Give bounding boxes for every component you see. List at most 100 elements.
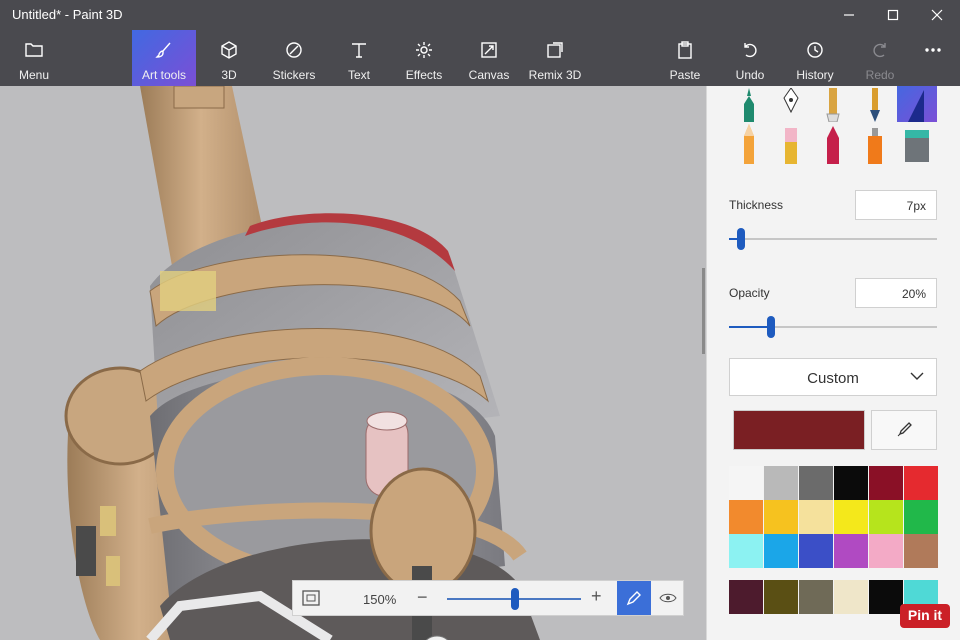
- menu-label: Menu: [18, 68, 50, 82]
- spray-can-icon: [868, 128, 882, 164]
- color-swatch[interactable]: [799, 580, 833, 614]
- color-swatch[interactable]: [904, 534, 938, 568]
- color-swatch[interactable]: [869, 466, 903, 500]
- cube-icon: [221, 41, 237, 59]
- canvas-button[interactable]: Canvas: [458, 30, 520, 86]
- color-swatch[interactable]: [729, 534, 763, 568]
- color-swatch[interactable]: [764, 534, 798, 568]
- color-swatch[interactable]: [799, 534, 833, 568]
- redo-icon: [873, 43, 886, 58]
- 3d-label: 3D: [221, 68, 237, 82]
- thickness-input[interactable]: 7px: [855, 190, 937, 220]
- current-color-swatch[interactable]: [733, 410, 865, 450]
- color-swatch[interactable]: [729, 580, 763, 614]
- menu-button[interactable]: Menu: [3, 30, 65, 86]
- color-swatch[interactable]: [799, 466, 833, 500]
- maximize-button[interactable]: [870, 0, 916, 30]
- pixel-pen-tool[interactable]: [897, 86, 937, 122]
- text-icon: [352, 43, 366, 58]
- finish-dropdown[interactable]: Custom: [729, 358, 937, 396]
- more-options-button[interactable]: [906, 30, 960, 86]
- color-swatch[interactable]: [729, 500, 763, 534]
- window-title: Untitled* - Paint 3D: [12, 7, 123, 22]
- sun-icon: [416, 42, 432, 58]
- sticker-icon: [286, 42, 302, 58]
- watercolor-tool[interactable]: [855, 86, 895, 122]
- canvas-label: Canvas: [468, 68, 510, 82]
- color-swatch[interactable]: [834, 534, 868, 568]
- pencil-icon: [626, 591, 641, 606]
- undo-button[interactable]: Undo: [719, 30, 781, 86]
- art-tools-button[interactable]: Art tools: [132, 30, 196, 86]
- stickers-button[interactable]: Stickers: [263, 30, 325, 86]
- thickness-label: Thickness: [729, 198, 784, 212]
- opacity-input[interactable]: 20%: [855, 278, 937, 308]
- fill-bucket-icon: [905, 130, 929, 162]
- remix-3d-button[interactable]: Remix 3D: [523, 30, 587, 86]
- drawing-canvas[interactable]: [0, 86, 706, 640]
- chevron-down-icon: [910, 372, 924, 380]
- color-swatch[interactable]: [904, 466, 938, 500]
- pixel-pen-icon: [908, 90, 924, 122]
- 3d-shapes-button[interactable]: 3D: [198, 30, 260, 86]
- opacity-label: Opacity: [729, 286, 770, 300]
- color-swatch[interactable]: [834, 466, 868, 500]
- remix-icon: [547, 42, 563, 58]
- undo-label: Undo: [735, 68, 765, 82]
- maximize-icon: [887, 9, 899, 21]
- pencil-tool[interactable]: [729, 122, 769, 164]
- color-swatch[interactable]: [834, 500, 868, 534]
- draw-mode-button[interactable]: [617, 581, 651, 615]
- color-swatch[interactable]: [729, 466, 763, 500]
- minimize-icon: [844, 14, 854, 16]
- crayon-icon: [827, 126, 839, 164]
- opacity-slider-thumb[interactable]: [766, 316, 775, 338]
- color-swatch[interactable]: [904, 500, 938, 534]
- calligraphy-pen-tool[interactable]: [771, 86, 811, 122]
- oil-brush-tool[interactable]: [813, 86, 853, 122]
- pencil-tool-icon: [744, 124, 754, 164]
- zoom-bar: 150% − +: [292, 580, 684, 616]
- paste-label: Paste: [669, 68, 701, 82]
- color-swatch[interactable]: [869, 500, 903, 534]
- effects-button[interactable]: Effects: [393, 30, 455, 86]
- paste-button[interactable]: Paste: [654, 30, 716, 86]
- fill-bucket-tool[interactable]: [897, 122, 937, 164]
- color-swatch[interactable]: [834, 580, 868, 614]
- text-button[interactable]: Text: [328, 30, 390, 86]
- zoom-in-button[interactable]: +: [591, 586, 602, 607]
- history-button[interactable]: History: [784, 30, 846, 86]
- thickness-slider[interactable]: [729, 238, 937, 240]
- color-swatch[interactable]: [764, 466, 798, 500]
- effects-label: Effects: [405, 68, 443, 82]
- close-button[interactable]: [914, 0, 960, 30]
- zoom-out-button[interactable]: −: [417, 587, 428, 608]
- view-mode-button[interactable]: [653, 581, 683, 615]
- history-label: History: [796, 68, 834, 82]
- marker-icon: [744, 88, 754, 122]
- redo-label: Redo: [865, 68, 895, 82]
- 3d-tower-model: [64, 86, 540, 640]
- color-swatch[interactable]: [799, 500, 833, 534]
- art-tools-label: Art tools: [141, 68, 186, 82]
- minimize-button[interactable]: [826, 0, 872, 30]
- fit-screen-icon[interactable]: [301, 589, 321, 607]
- thickness-slider-thumb[interactable]: [737, 228, 746, 250]
- zoom-level: 150%: [363, 592, 397, 607]
- eyedropper-icon: [897, 422, 912, 437]
- eyedropper-button[interactable]: [871, 410, 937, 450]
- finish-dropdown-value: Custom: [807, 370, 859, 387]
- redo-button[interactable]: Redo: [849, 30, 911, 86]
- stickers-label: Stickers: [272, 68, 316, 82]
- marker-tool[interactable]: [729, 86, 769, 122]
- crayon-tool[interactable]: [813, 122, 853, 164]
- zoom-slider-thumb[interactable]: [511, 588, 519, 610]
- color-swatch[interactable]: [869, 580, 903, 614]
- canvas-scrollbar[interactable]: [702, 268, 705, 354]
- color-swatch[interactable]: [764, 580, 798, 614]
- oil-brush-icon: [826, 88, 840, 122]
- eraser-tool[interactable]: [771, 122, 811, 164]
- spray-can-tool[interactable]: [855, 122, 895, 164]
- color-swatch[interactable]: [869, 534, 903, 568]
- color-swatch[interactable]: [764, 500, 798, 534]
